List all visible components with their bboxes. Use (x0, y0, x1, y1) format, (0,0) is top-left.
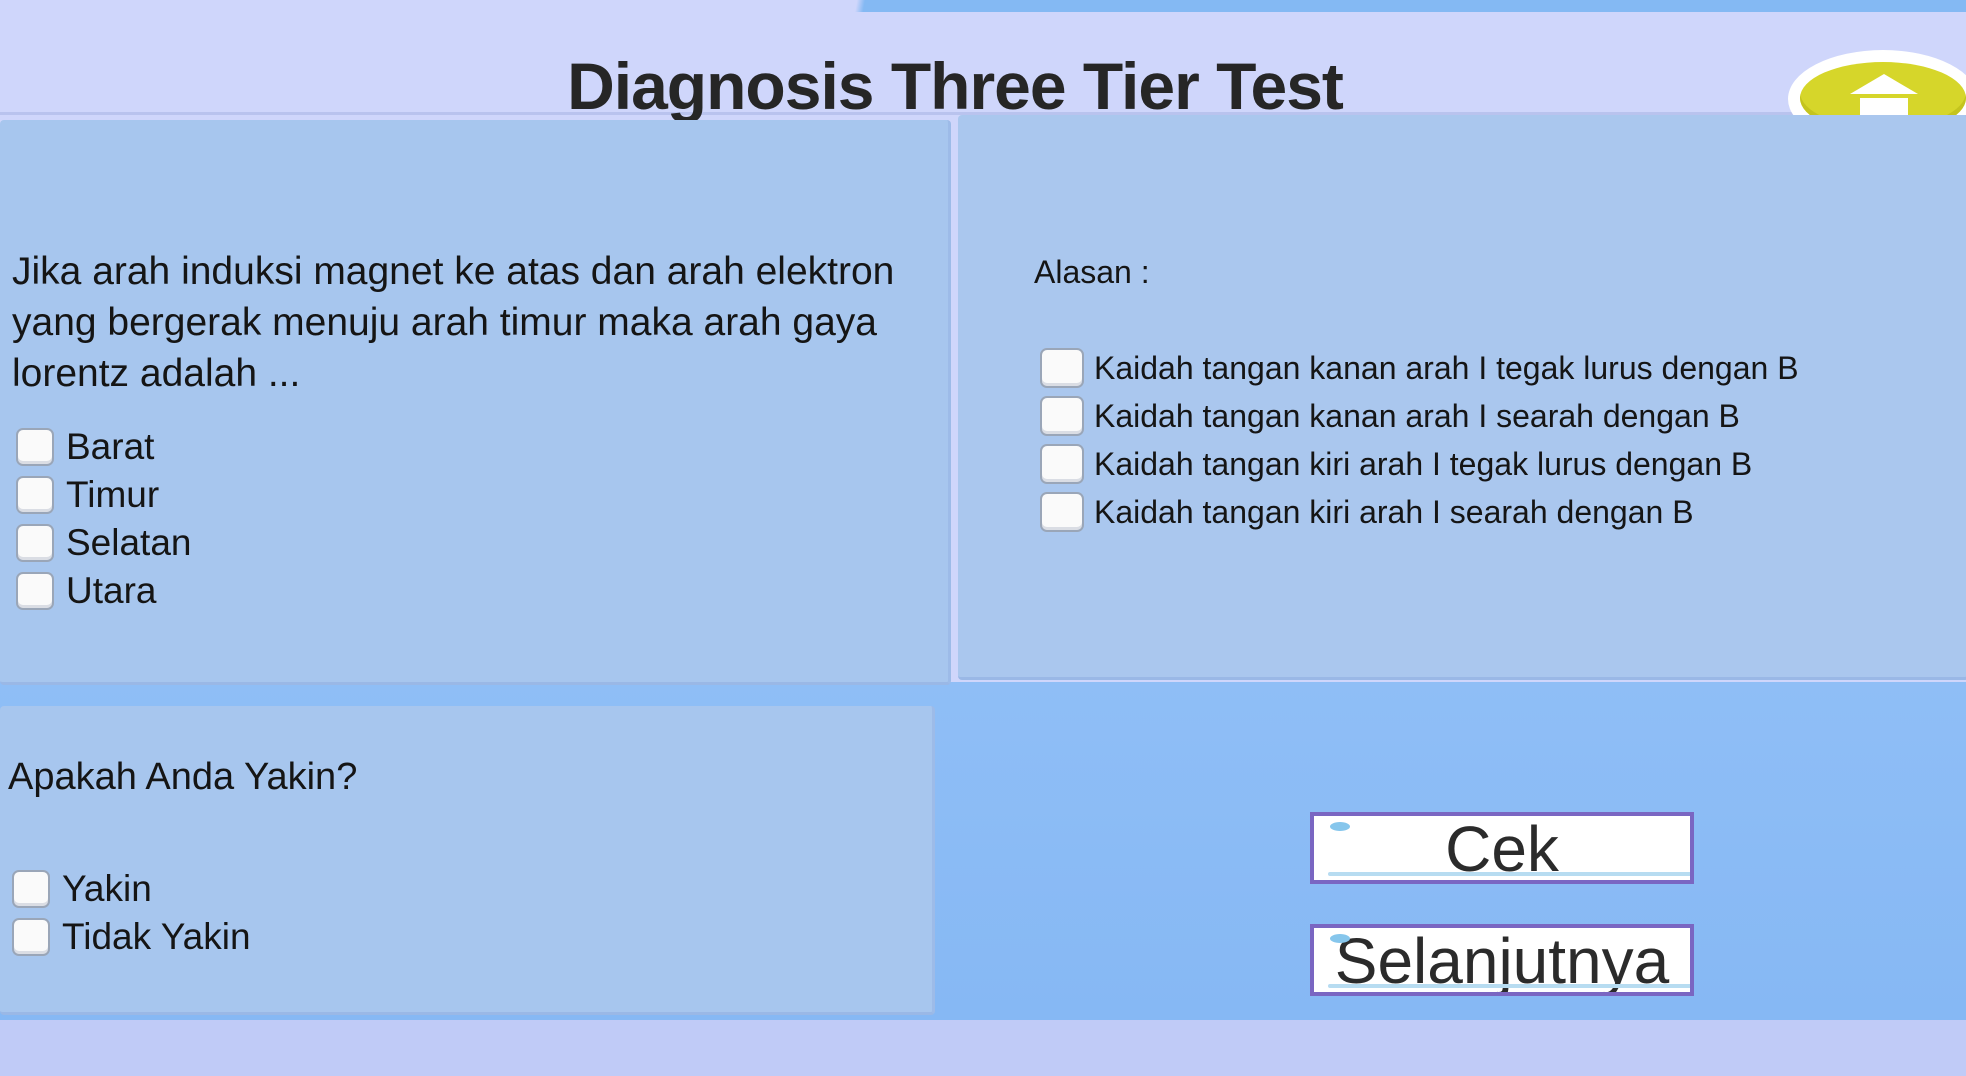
reason-option-4[interactable]: Kaidah tangan kiri arah I searah dengan … (1040, 492, 1694, 532)
confidence-option-label: Yakin (62, 868, 152, 909)
check-button[interactable]: Cek (1310, 812, 1694, 884)
reason-option-label: Kaidah tangan kanan arah I searah dengan… (1094, 397, 1740, 434)
answer-option-utara[interactable]: Utara (16, 570, 156, 612)
reason-option-label: Kaidah tangan kanan arah I tegak lurus d… (1094, 349, 1799, 386)
reason-option-1[interactable]: Kaidah tangan kanan arah I tegak lurus d… (1040, 348, 1799, 388)
page-title: Diagnosis Three Tier Test (567, 49, 1344, 123)
reason-option-3[interactable]: Kaidah tangan kiri arah I tegak lurus de… (1040, 444, 1752, 484)
confidence-panel (0, 706, 935, 1015)
answer-option-timur[interactable]: Timur (16, 474, 159, 516)
question-text: Jika arah induksi magnet ke atas dan ara… (12, 250, 895, 395)
next-button[interactable]: Selanjutnya (1310, 924, 1694, 996)
checkbox[interactable] (16, 572, 54, 610)
checkbox[interactable] (16, 476, 54, 514)
confidence-label: Apakah Anda Yakin? (8, 756, 358, 798)
checkbox[interactable] (1040, 348, 1084, 388)
checkbox[interactable] (12, 918, 50, 956)
answer-option-label: Timur (66, 474, 160, 515)
answer-option-label: Barat (66, 426, 155, 467)
answer-option-selatan[interactable]: Selatan (16, 522, 192, 564)
confidence-option-label: Tidak Yakin (62, 916, 251, 957)
checkbox[interactable] (1040, 492, 1084, 532)
confidence-option-yakin[interactable]: Yakin (12, 868, 152, 910)
checkbox[interactable] (1040, 396, 1084, 436)
answer-option-label: Selatan (66, 522, 192, 563)
checkbox[interactable] (1040, 444, 1084, 484)
reason-option-2[interactable]: Kaidah tangan kanan arah I searah dengan… (1040, 396, 1740, 436)
answer-option-label: Utara (66, 570, 157, 611)
background-bottom (0, 1020, 1966, 1076)
reason-option-label: Kaidah tangan kiri arah I tegak lurus de… (1094, 445, 1753, 482)
checkbox[interactable] (12, 870, 50, 908)
button-shine (1328, 984, 1690, 988)
checkbox[interactable] (16, 428, 54, 466)
button-shine (1328, 872, 1690, 876)
answer-option-barat[interactable]: Barat (16, 426, 154, 468)
confidence-option-tidak-yakin[interactable]: Tidak Yakin (12, 916, 251, 958)
button-highlight (1330, 822, 1350, 831)
checkbox[interactable] (16, 524, 54, 562)
reason-label: Alasan : (1034, 254, 1150, 290)
reason-option-label: Kaidah tangan kiri arah I searah dengan … (1094, 493, 1694, 530)
button-highlight (1330, 934, 1350, 943)
background-top-strip (900, 0, 1966, 12)
